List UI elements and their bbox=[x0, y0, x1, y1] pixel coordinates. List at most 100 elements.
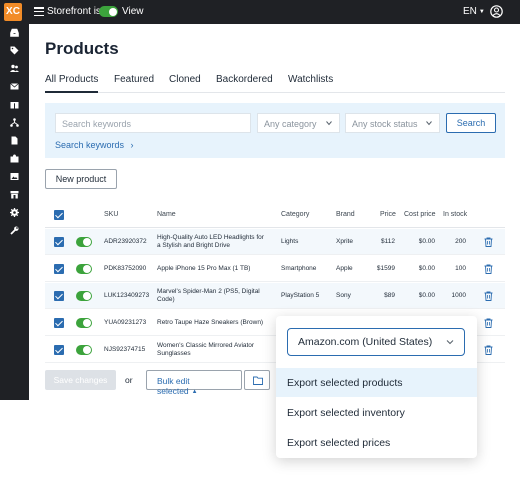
save-changes-button[interactable]: Save changes bbox=[45, 370, 116, 390]
in-stock-cell[interactable]: 1000 bbox=[437, 292, 466, 300]
tab-bar: All Products Featured Cloned Backordered… bbox=[45, 74, 505, 93]
brand-cell: Apple bbox=[336, 265, 353, 272]
puzzle-icon[interactable] bbox=[10, 154, 19, 163]
row-checkbox[interactable] bbox=[54, 318, 64, 328]
or-label: or bbox=[125, 375, 133, 385]
marketplace-select[interactable]: Amazon.com (United States) bbox=[287, 328, 465, 356]
trash-icon[interactable] bbox=[484, 345, 493, 355]
trash-icon[interactable] bbox=[484, 291, 493, 301]
cost-price-cell[interactable]: $0.00 bbox=[405, 238, 435, 246]
category-cell: Smartphone bbox=[281, 265, 317, 272]
category-select-label: Any category bbox=[264, 119, 317, 129]
filter-panel: Search keywords Any category Any stock s… bbox=[45, 103, 505, 158]
document-icon[interactable] bbox=[10, 136, 19, 145]
chevron-down-icon bbox=[426, 121, 432, 126]
settings-icon[interactable] bbox=[10, 208, 19, 217]
table-row[interactable]: ADR23920372 High-Quality Auto LED Headli… bbox=[45, 229, 505, 255]
folder-icon bbox=[253, 376, 263, 385]
store-icon[interactable] bbox=[10, 190, 19, 199]
sku-cell: PDK83752090 bbox=[104, 265, 147, 272]
marketplace-select-label: Amazon.com (United States) bbox=[298, 336, 433, 348]
menu-icon[interactable] bbox=[34, 7, 44, 17]
in-stock-cell[interactable]: 100 bbox=[437, 265, 466, 273]
select-all-checkbox[interactable] bbox=[54, 210, 64, 220]
brand-cell: Sony bbox=[336, 292, 351, 299]
gift-icon[interactable] bbox=[10, 100, 19, 109]
product-name-link[interactable]: High-Quality Auto LED Headlights for a S… bbox=[157, 234, 267, 250]
tab-all-products[interactable]: All Products bbox=[45, 74, 99, 93]
row-checkbox[interactable] bbox=[54, 264, 64, 274]
view-storefront-link[interactable]: View bbox=[122, 6, 144, 17]
product-name-link[interactable]: Apple iPhone 15 Pro Max (1 TB) bbox=[157, 265, 267, 273]
sku-cell: NJS92374715 bbox=[104, 346, 146, 353]
export-products-item[interactable]: Export selected products bbox=[276, 368, 477, 397]
storefront-label: Storefront is bbox=[47, 6, 101, 17]
mail-icon[interactable] bbox=[10, 82, 19, 91]
enabled-toggle[interactable] bbox=[76, 264, 92, 274]
enabled-toggle[interactable] bbox=[76, 345, 92, 355]
search-button[interactable]: Search bbox=[446, 113, 496, 133]
table-row[interactable]: PDK83752090 Apple iPhone 15 Pro Max (1 T… bbox=[45, 256, 505, 282]
new-product-button[interactable]: New product bbox=[45, 169, 117, 189]
price-cell[interactable]: $1599 bbox=[363, 265, 395, 273]
row-checkbox[interactable] bbox=[54, 291, 64, 301]
enabled-toggle[interactable] bbox=[76, 318, 92, 328]
export-inventory-item[interactable]: Export selected inventory bbox=[276, 398, 477, 427]
cost-price-cell[interactable]: $0.00 bbox=[405, 292, 435, 300]
cost-price-cell[interactable]: $0.00 bbox=[405, 265, 435, 273]
wrench-icon[interactable] bbox=[10, 226, 19, 235]
image-icon[interactable] bbox=[10, 172, 19, 181]
column-header-sku[interactable]: SKU bbox=[104, 211, 118, 218]
product-name-link[interactable]: Marvel's Spider-Man 2 (PS5, Digital Code… bbox=[157, 288, 267, 304]
users-icon[interactable] bbox=[10, 64, 19, 73]
column-header-in-stock[interactable]: In stock bbox=[443, 211, 467, 218]
sitemap-icon[interactable] bbox=[10, 118, 19, 127]
stock-status-select[interactable]: Any stock status bbox=[345, 113, 440, 133]
tab-featured[interactable]: Featured bbox=[114, 74, 154, 93]
tab-cloned[interactable]: Cloned bbox=[169, 74, 201, 93]
tag-icon[interactable] bbox=[10, 46, 19, 55]
export-folder-button[interactable] bbox=[244, 370, 270, 390]
enabled-toggle[interactable] bbox=[76, 291, 92, 301]
search-input[interactable]: Search keywords bbox=[55, 113, 251, 133]
sku-cell: LUK123409273 bbox=[104, 292, 150, 299]
bulk-edit-label: Bulk edit selected bbox=[157, 376, 190, 396]
chevron-down-icon: ▼ bbox=[478, 9, 485, 15]
row-checkbox[interactable] bbox=[54, 237, 64, 247]
table-row[interactable]: LUK123409273 Marvel's Spider-Man 2 (PS5,… bbox=[45, 283, 505, 309]
bulk-edit-button[interactable]: Bulk edit selected ▲ bbox=[146, 370, 242, 396]
tab-watchlists[interactable]: Watchlists bbox=[288, 74, 333, 93]
language-label: EN bbox=[463, 6, 477, 17]
export-prices-item[interactable]: Export selected prices bbox=[276, 428, 477, 457]
language-selector[interactable]: EN ▼ bbox=[463, 6, 485, 17]
enabled-toggle[interactable] bbox=[76, 237, 92, 247]
in-stock-cell[interactable]: 200 bbox=[437, 238, 466, 246]
trash-icon[interactable] bbox=[484, 264, 493, 274]
column-header-price[interactable]: Price bbox=[380, 211, 396, 218]
column-header-name[interactable]: Name bbox=[157, 211, 176, 218]
product-name-link[interactable]: Women's Classic Mirrored Aviator Sunglas… bbox=[157, 342, 267, 358]
sidebar bbox=[0, 24, 29, 400]
trash-icon[interactable] bbox=[484, 318, 493, 328]
chevron-down-icon bbox=[326, 121, 332, 126]
user-account-icon[interactable] bbox=[490, 5, 503, 18]
tab-backordered[interactable]: Backordered bbox=[216, 74, 273, 93]
caret-up-icon: ▲ bbox=[191, 389, 198, 395]
top-bar: XC Storefront is View EN ▼ bbox=[0, 0, 520, 24]
column-header-brand[interactable]: Brand bbox=[336, 211, 355, 218]
trash-icon[interactable] bbox=[484, 237, 493, 247]
category-select[interactable]: Any category bbox=[257, 113, 340, 133]
column-header-category[interactable]: Category bbox=[281, 211, 309, 218]
product-name-link[interactable]: Retro Taupe Haze Sneakers (Brown) bbox=[157, 319, 267, 327]
row-checkbox[interactable] bbox=[54, 345, 64, 355]
sku-cell: ADR23920372 bbox=[104, 238, 147, 245]
table-header: SKU Name Category Brand Price Cost price… bbox=[45, 202, 505, 228]
column-header-cost-price[interactable]: Cost price bbox=[404, 211, 436, 218]
category-cell: PlayStation 5 bbox=[281, 292, 320, 299]
search-keywords-link[interactable]: Search keywords › bbox=[55, 140, 134, 150]
storefront-toggle[interactable] bbox=[99, 6, 118, 17]
inbox-icon[interactable] bbox=[10, 28, 19, 37]
chevron-right-icon: › bbox=[130, 140, 134, 150]
price-cell[interactable]: $112 bbox=[363, 238, 395, 246]
price-cell[interactable]: $89 bbox=[363, 292, 395, 300]
